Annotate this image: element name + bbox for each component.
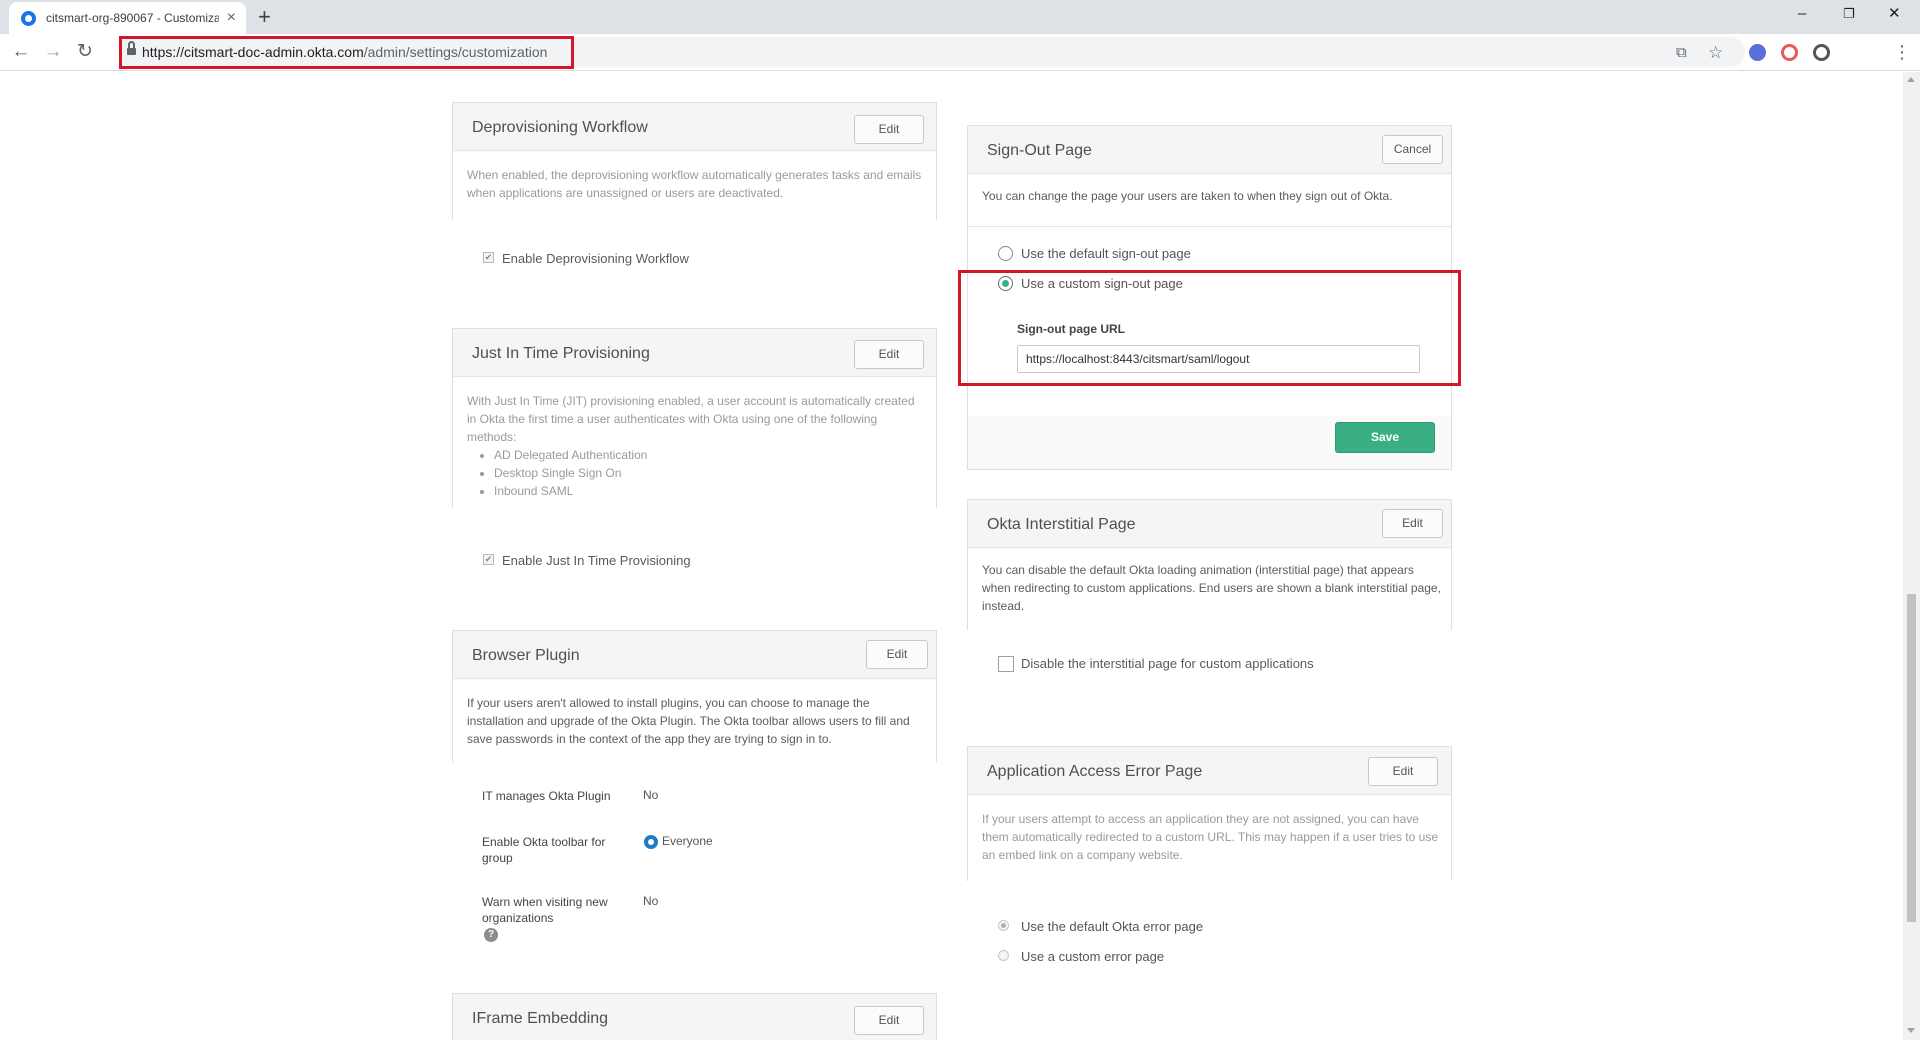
card-header: Just In Time Provisioning Edit [453, 329, 936, 377]
card-title: Okta Interstitial Page [987, 516, 1136, 533]
toolbar-group-value: Everyone [662, 834, 713, 848]
deprovisioning-description: When enabled, the deprovisioning workflo… [467, 168, 922, 200]
deprovisioning-workflow-card: Deprovisioning Workflow Edit When enable… [452, 102, 937, 220]
deprovisioning-checkbox[interactable]: ✔ [483, 252, 494, 263]
list-item: Desktop Single Sign On [494, 464, 927, 482]
card-header: Application Access Error Page Edit [968, 747, 1451, 795]
window-restore-button[interactable]: ❐ [1843, 4, 1855, 24]
bookmark-star-icon[interactable]: ☆ [1708, 44, 1723, 61]
interstitial-description: You can disable the default Okta loading… [982, 563, 1441, 613]
extension-sync-icon[interactable] [1813, 44, 1830, 61]
custom-error-page-radio[interactable] [998, 950, 1009, 961]
it-manages-plugin-value: No [643, 788, 659, 802]
translate-icon[interactable]: ⧉ [1676, 45, 1687, 61]
card-body: If your users aren't allowed to install … [453, 680, 936, 763]
close-tab-icon[interactable]: × [227, 10, 236, 26]
default-error-page-label: Use the default Okta error page [1021, 919, 1204, 934]
scrollbar-thumb[interactable] [1907, 594, 1916, 922]
forward-arrow-icon[interactable]: → [40, 39, 66, 65]
url-highlight-box [119, 36, 574, 69]
card-title: Application Access Error Page [987, 763, 1203, 780]
new-tab-button[interactable]: + [258, 4, 271, 30]
jit-provisioning-card: Just In Time Provisioning Edit With Just… [452, 328, 937, 508]
help-icon[interactable]: ? [484, 928, 498, 942]
warn-new-orgs-value: No [643, 894, 659, 908]
custom-url-highlight-box [958, 270, 1461, 386]
deprovisioning-edit-button[interactable]: Edit [854, 115, 924, 144]
default-sign-out-label: Use the default sign-out page [1021, 246, 1191, 261]
tab-title: citsmart-org-890067 - Customiza [46, 11, 219, 25]
iframe-edit-button[interactable]: Edit [854, 1006, 924, 1035]
page-content: Deprovisioning Workflow Edit When enable… [0, 72, 1903, 1040]
card-title: Browser Plugin [472, 647, 580, 664]
scroll-up-icon[interactable] [1907, 77, 1915, 82]
default-sign-out-radio[interactable] [998, 246, 1013, 261]
iframe-embedding-card: IFrame Embedding Edit [452, 993, 937, 1040]
jit-checkbox-label: Enable Just In Time Provisioning [502, 553, 691, 568]
sign-out-cancel-button[interactable]: Cancel [1382, 135, 1443, 164]
list-item: Inbound SAML [494, 482, 927, 500]
card-header: IFrame Embedding Edit [453, 994, 936, 1040]
card-body: You can change the page your users are t… [968, 175, 1451, 227]
deprovisioning-checkbox-label: Enable Deprovisioning Workflow [502, 251, 689, 266]
card-title: Deprovisioning Workflow [472, 119, 648, 136]
browser-plugin-description: If your users aren't allowed to install … [467, 696, 910, 746]
it-manages-plugin-label: IT manages Okta Plugin [482, 789, 611, 803]
card-title: Just In Time Provisioning [472, 345, 650, 362]
app-access-error-card: Application Access Error Page Edit If yo… [967, 746, 1452, 881]
window-minimize-button[interactable]: – [1798, 4, 1806, 24]
interstitial-page-card: Okta Interstitial Page Edit You can disa… [967, 499, 1452, 630]
browser-plugin-card: Browser Plugin Edit If your users aren't… [452, 630, 937, 763]
app-error-description: If your users attempt to access an appli… [982, 812, 1438, 862]
jit-description: With Just In Time (JIT) provisioning ena… [467, 392, 927, 500]
sign-out-save-button[interactable]: Save [1335, 422, 1435, 453]
card-title: IFrame Embedding [472, 1010, 609, 1027]
back-arrow-icon[interactable]: ← [8, 39, 34, 65]
jit-methods-list: AD Delegated Authentication Desktop Sing… [494, 446, 927, 500]
custom-error-page-label: Use a custom error page [1021, 949, 1165, 964]
extension-shield-icon[interactable] [1749, 44, 1766, 61]
browser-tab[interactable]: citsmart-org-890067 - Customiza × [9, 2, 246, 34]
card-body: With Just In Time (JIT) provisioning ena… [453, 378, 936, 508]
card-title: Sign-Out Page [987, 142, 1092, 159]
okta-favicon-icon [21, 10, 36, 26]
sign-out-description: You can change the page your users are t… [982, 189, 1393, 203]
jit-checkbox[interactable]: ✔ [483, 554, 494, 565]
card-header: Sign-Out Page Cancel [968, 126, 1451, 174]
list-item: AD Delegated Authentication [494, 446, 927, 464]
browser-tab-strip: citsmart-org-890067 - Customiza × + – ❐ … [0, 0, 1920, 34]
page-scrollbar[interactable] [1903, 72, 1920, 1040]
window-close-button[interactable]: ✕ [1888, 4, 1901, 24]
reload-icon[interactable]: ↻ [72, 39, 98, 65]
card-body: When enabled, the deprovisioning workflo… [453, 152, 936, 220]
scroll-down-icon[interactable] [1907, 1028, 1915, 1033]
toolbar-group-label: Enable Okta toolbar for group [482, 835, 606, 865]
jit-edit-button[interactable]: Edit [854, 340, 924, 369]
disable-interstitial-checkbox[interactable] [998, 656, 1014, 672]
card-header: Browser Plugin Edit [453, 631, 936, 679]
disable-interstitial-label: Disable the interstitial page for custom… [1021, 656, 1314, 671]
card-body: If your users attempt to access an appli… [968, 796, 1451, 881]
toolbar-group-radio [644, 835, 658, 849]
extension-record-icon[interactable] [1781, 44, 1798, 61]
warn-new-orgs-label: Warn when visiting new organizations [482, 895, 608, 925]
default-error-page-radio[interactable] [998, 920, 1009, 931]
interstitial-edit-button[interactable]: Edit [1382, 509, 1443, 538]
chrome-menu-icon[interactable]: ⋮ [1893, 43, 1911, 61]
card-header: Deprovisioning Workflow Edit [453, 103, 936, 151]
card-header: Okta Interstitial Page Edit [968, 500, 1451, 548]
card-body: You can disable the default Okta loading… [968, 549, 1451, 630]
app-error-edit-button[interactable]: Edit [1368, 757, 1438, 786]
browser-plugin-edit-button[interactable]: Edit [866, 640, 928, 669]
